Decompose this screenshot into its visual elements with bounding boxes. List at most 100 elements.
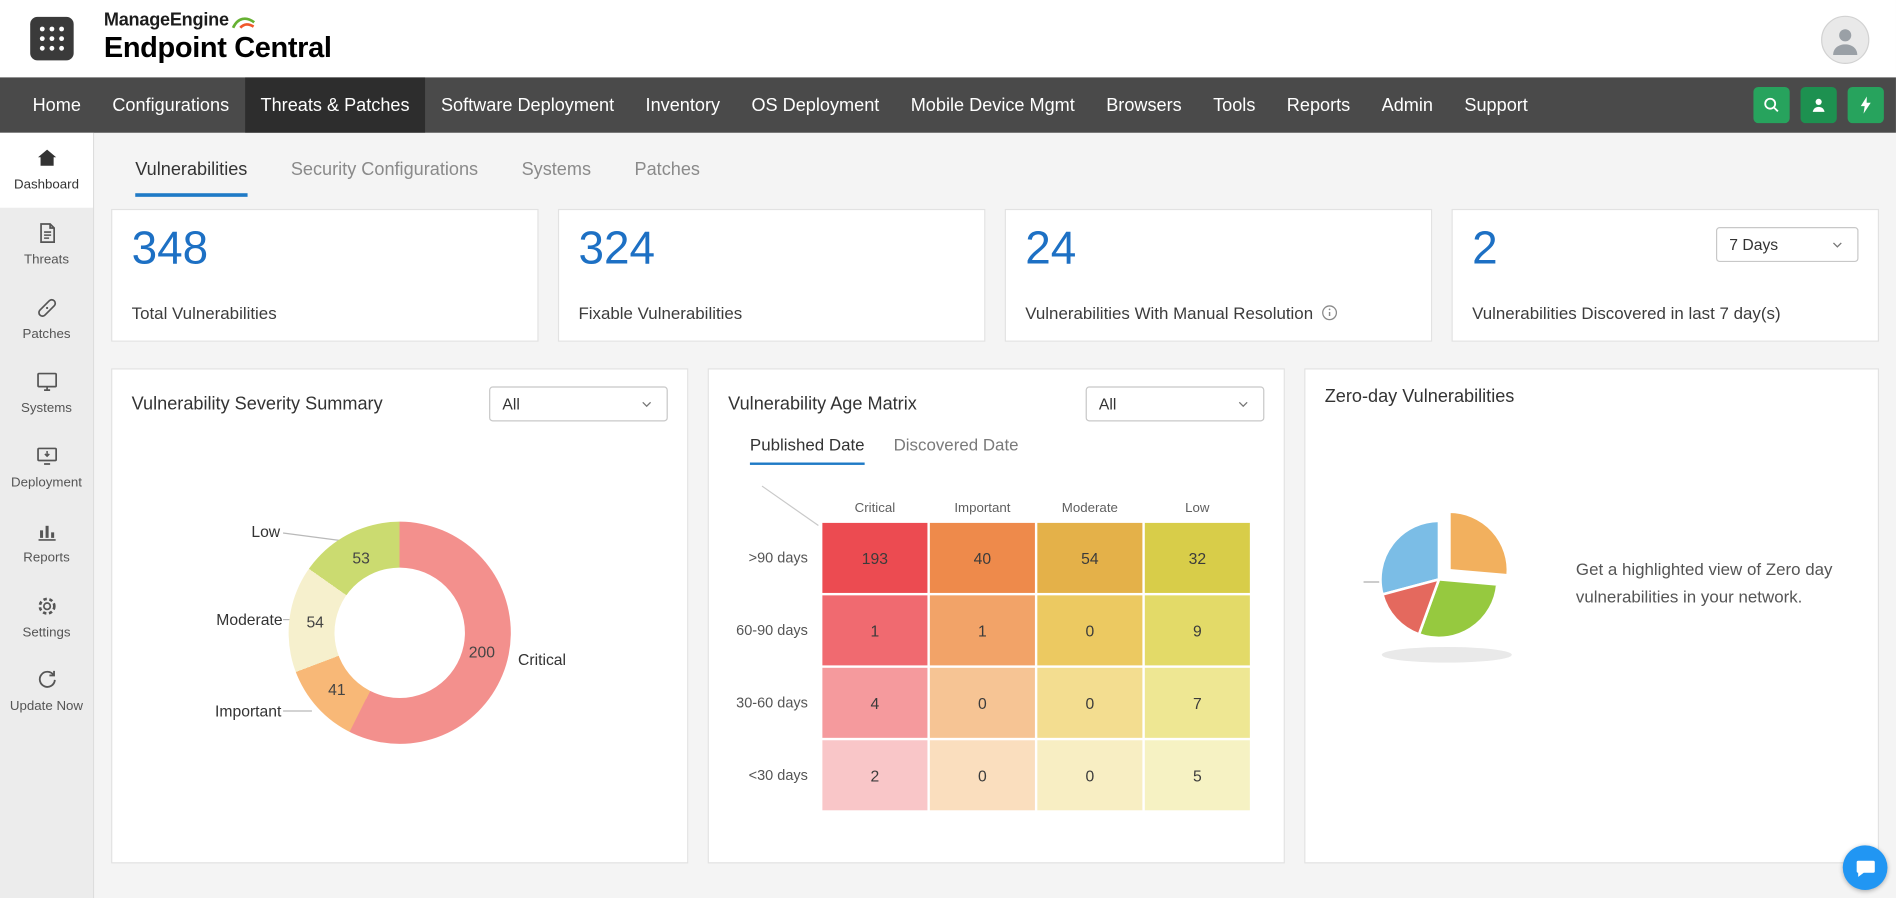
main-nav: Home Configurations Threats & Patches So…: [0, 77, 1896, 133]
apps-grid-button[interactable]: [30, 16, 74, 61]
stat-value[interactable]: 24: [1025, 224, 1411, 275]
tab-security-configurations[interactable]: Security Configurations: [291, 159, 478, 196]
nav-item-mobile-device-mgmt[interactable]: Mobile Device Mgmt: [895, 77, 1090, 133]
chevron-down-icon: [1238, 401, 1248, 408]
severity-filter-dropdown[interactable]: All: [489, 386, 668, 422]
nav-item-browsers[interactable]: Browsers: [1091, 77, 1198, 133]
heat-cell[interactable]: 1: [929, 595, 1035, 666]
zero-day-panel: Zero-day Vulnerabilities Get a highlight…: [1304, 368, 1880, 864]
matrix-tab-discovered-date[interactable]: Discovered Date: [894, 435, 1019, 465]
age-matrix-filter-dropdown[interactable]: All: [1085, 386, 1265, 422]
heat-cell[interactable]: 0: [1037, 667, 1143, 738]
zero-day-description: Get a highlighted view of Zero day vulne…: [1575, 559, 1833, 607]
panel-title: Vulnerability Severity Summary: [131, 393, 383, 415]
stat-cards-row: 348 Total Vulnerabilities 324 Fixable Vu…: [111, 208, 1880, 342]
manageengine-swoosh-icon: [232, 17, 256, 29]
heat-cell[interactable]: 9: [1144, 595, 1250, 666]
matrix-col-moderate: Moderate: [1061, 501, 1118, 516]
chat-widget-button[interactable]: [1842, 845, 1888, 891]
tab-patches[interactable]: Patches: [634, 159, 699, 196]
sidebar-item-patches[interactable]: Patches: [0, 282, 93, 357]
matrix-row-label: <30 days: [748, 766, 808, 784]
heat-cell[interactable]: 2: [822, 740, 928, 811]
nav-item-reports[interactable]: Reports: [1271, 77, 1366, 133]
sidebar-item-label: Threats: [23, 252, 70, 267]
nav-item-admin[interactable]: Admin: [1366, 77, 1449, 133]
nav-item-tools[interactable]: Tools: [1197, 77, 1271, 133]
avatar-icon: [1833, 29, 1858, 55]
sidebar-item-label: Settings: [22, 624, 71, 640]
stat-value[interactable]: 324: [578, 224, 964, 275]
stat-card-discovered-recently: 2 7 Days Vulnerabilities Discovered in l…: [1451, 208, 1880, 342]
sidebar-item-label: Update Now: [9, 699, 84, 714]
heat-cell[interactable]: 54: [1037, 522, 1143, 593]
refresh-icon: [38, 671, 56, 689]
info-icon[interactable]: [1320, 303, 1339, 322]
tab-systems[interactable]: Systems: [522, 159, 591, 196]
nav-item-threats-patches[interactable]: Threats & Patches: [244, 77, 426, 133]
sidebar-item-dashboard[interactable]: Dashboard: [0, 132, 93, 208]
sidebar-item-label: Patches: [22, 326, 71, 342]
heat-cell[interactable]: 40: [929, 522, 1035, 593]
sidebar-item-systems[interactable]: Systems: [0, 357, 93, 432]
sidebar-item-update-now[interactable]: Update Now: [0, 655, 93, 730]
nav-item-home[interactable]: Home: [17, 77, 97, 133]
severity-donut-area: 200 41 54 53 Critical Important Moderate…: [112, 438, 687, 849]
heat-cell[interactable]: 7: [1144, 667, 1250, 738]
sidebar-item-label: Deployment: [11, 475, 82, 491]
age-matrix-panel: Vulnerability Age Matrix All Published D…: [707, 368, 1285, 864]
days-range-dropdown[interactable]: 7 Days: [1715, 227, 1859, 263]
lightning-icon: [1860, 96, 1871, 114]
sidebar: Dashboard Threats Patches Systems Deploy…: [0, 132, 95, 898]
matrix-col-critical: Critical: [854, 501, 896, 516]
nav-item-os-deployment[interactable]: OS Deployment: [736, 77, 895, 133]
donut-label-low: Low: [251, 522, 281, 541]
matrix-row-label: 30-60 days: [736, 694, 808, 712]
stat-label: Vulnerabilities Discovered in last 7 day…: [1472, 303, 1781, 323]
brand-logo: ManageEngine Endpoint Central: [104, 10, 332, 66]
gear-icon: [37, 597, 56, 615]
heat-cell[interactable]: 0: [1037, 740, 1143, 811]
donut-label-moderate: Moderate: [216, 610, 283, 629]
quick-launch-button[interactable]: [1847, 86, 1884, 124]
heat-cell[interactable]: 32: [1144, 522, 1250, 593]
nav-actions: [1753, 77, 1895, 133]
stat-label: Vulnerabilities With Manual Resolution: [1025, 303, 1339, 322]
heat-cell[interactable]: 5: [1144, 740, 1250, 811]
donut-label-critical: Critical: [518, 650, 567, 669]
monitor-icon: [36, 372, 57, 392]
sidebar-item-reports[interactable]: Reports: [0, 506, 93, 581]
home-icon: [37, 149, 56, 166]
matrix-tab-published-date[interactable]: Published Date: [749, 435, 865, 465]
heat-cell[interactable]: 0: [929, 667, 1035, 738]
severity-donut-chart[interactable]: [288, 521, 511, 744]
sidebar-item-deployment[interactable]: Deployment: [0, 431, 93, 506]
search-button[interactable]: [1753, 86, 1790, 124]
heat-cell[interactable]: 0: [929, 740, 1035, 811]
chevron-down-icon: [642, 401, 652, 408]
matrix-row-label: 60-90 days: [736, 621, 808, 639]
agent-icon: [1812, 98, 1825, 112]
sidebar-item-label: Systems: [21, 401, 72, 416]
heat-cell[interactable]: 1: [822, 595, 928, 666]
age-matrix-tabs: Published Date Discovered Date: [709, 421, 1284, 465]
tab-vulnerabilities[interactable]: Vulnerabilities: [135, 159, 248, 197]
nav-item-configurations[interactable]: Configurations: [97, 77, 245, 133]
patch-icon: [37, 298, 56, 317]
severity-summary-panel: Vulnerability Severity Summary All 200 4…: [111, 368, 689, 864]
heat-cell[interactable]: 4: [822, 667, 928, 738]
stat-value[interactable]: 348: [132, 224, 518, 275]
sidebar-item-threats[interactable]: Threats: [0, 207, 93, 282]
top-header: ManageEngine Endpoint Central: [0, 0, 1896, 78]
matrix-col-important: Important: [954, 501, 1011, 516]
panel-title: Vulnerability Age Matrix: [728, 393, 917, 415]
sidebar-item-settings[interactable]: Settings: [0, 580, 93, 655]
nav-item-support[interactable]: Support: [1449, 77, 1544, 133]
nav-item-software-deployment[interactable]: Software Deployment: [425, 77, 630, 133]
support-agent-button[interactable]: [1800, 86, 1837, 124]
heat-cell[interactable]: 0: [1037, 595, 1143, 666]
nav-item-inventory[interactable]: Inventory: [630, 77, 736, 133]
user-avatar[interactable]: [1821, 15, 1870, 65]
heat-cell[interactable]: 193: [822, 522, 928, 593]
dashboard-tabs: Vulnerabilities Security Configurations …: [94, 133, 1896, 197]
